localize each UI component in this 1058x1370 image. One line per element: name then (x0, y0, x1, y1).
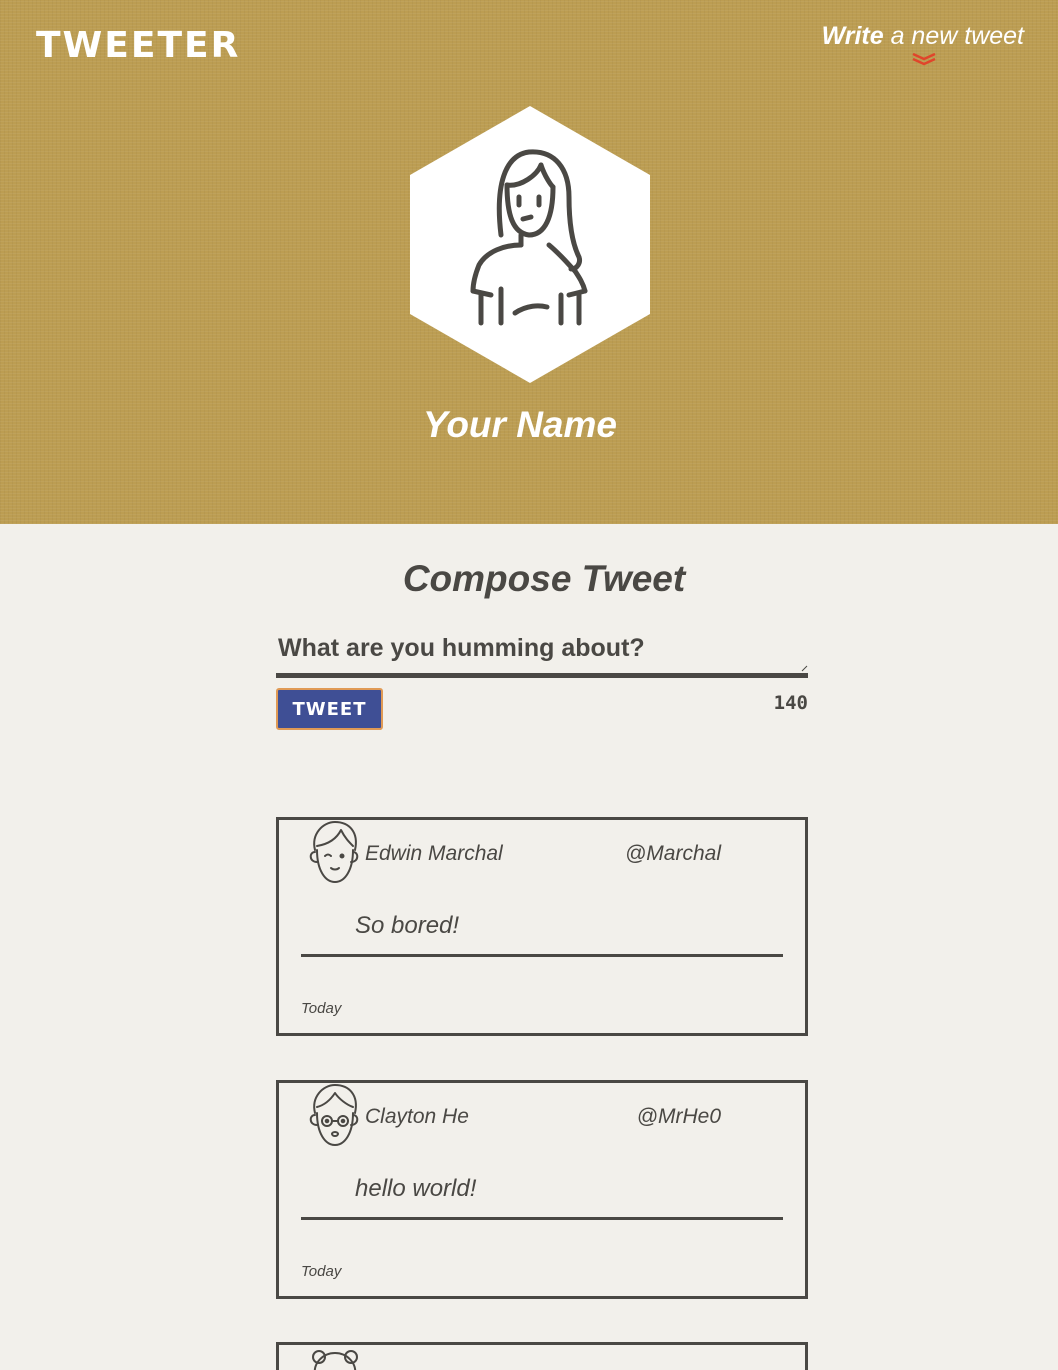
brand-logo[interactable]: TWEETER (36, 28, 240, 64)
resize-grip-icon[interactable] (801, 665, 808, 672)
user-avatar-winking-man-icon (309, 821, 359, 883)
user-avatar-bun-hair-icon (312, 1350, 358, 1370)
tweet-content: hello world! (355, 1175, 477, 1202)
tweet-card: Edwin Marchal @Marchal So bored! Today (276, 817, 808, 1036)
write-new-tweet-link[interactable]: Write a new tweet (822, 22, 1024, 50)
tweet-divider (301, 954, 783, 957)
write-link-strong: Write (821, 22, 884, 50)
tweet-author-name: Clayton He (365, 1105, 469, 1128)
tweet-card (276, 1342, 808, 1370)
profile-name: Your Name (423, 404, 617, 445)
write-link-rest: a new tweet (883, 22, 1024, 50)
tweet-timestamp: Today (301, 1000, 342, 1017)
profile-header: TWEETER Write a new tweet Your Name (0, 0, 1058, 524)
user-avatar-glasses-man-icon (309, 1084, 359, 1146)
character-counter: 140 (773, 692, 808, 714)
tweet-timestamp: Today (301, 1263, 342, 1280)
tweet-textarea[interactable] (276, 630, 808, 678)
tweet-content: So bored! (355, 912, 460, 939)
tweet-author-name: Edwin Marchal (365, 842, 503, 865)
tweet-button[interactable]: TWEET (276, 688, 383, 730)
profile-avatar (410, 106, 650, 383)
tweet-author-handle[interactable]: @Marchal (625, 842, 721, 866)
double-chevron-down-icon[interactable] (910, 52, 938, 66)
tweet-card: Clayton He @MrHe0 hello world! Today (276, 1080, 808, 1299)
tweet-divider (301, 1217, 783, 1220)
tweet-author-handle[interactable]: @MrHe0 (637, 1105, 721, 1129)
compose-title: Compose Tweet (402, 558, 686, 599)
